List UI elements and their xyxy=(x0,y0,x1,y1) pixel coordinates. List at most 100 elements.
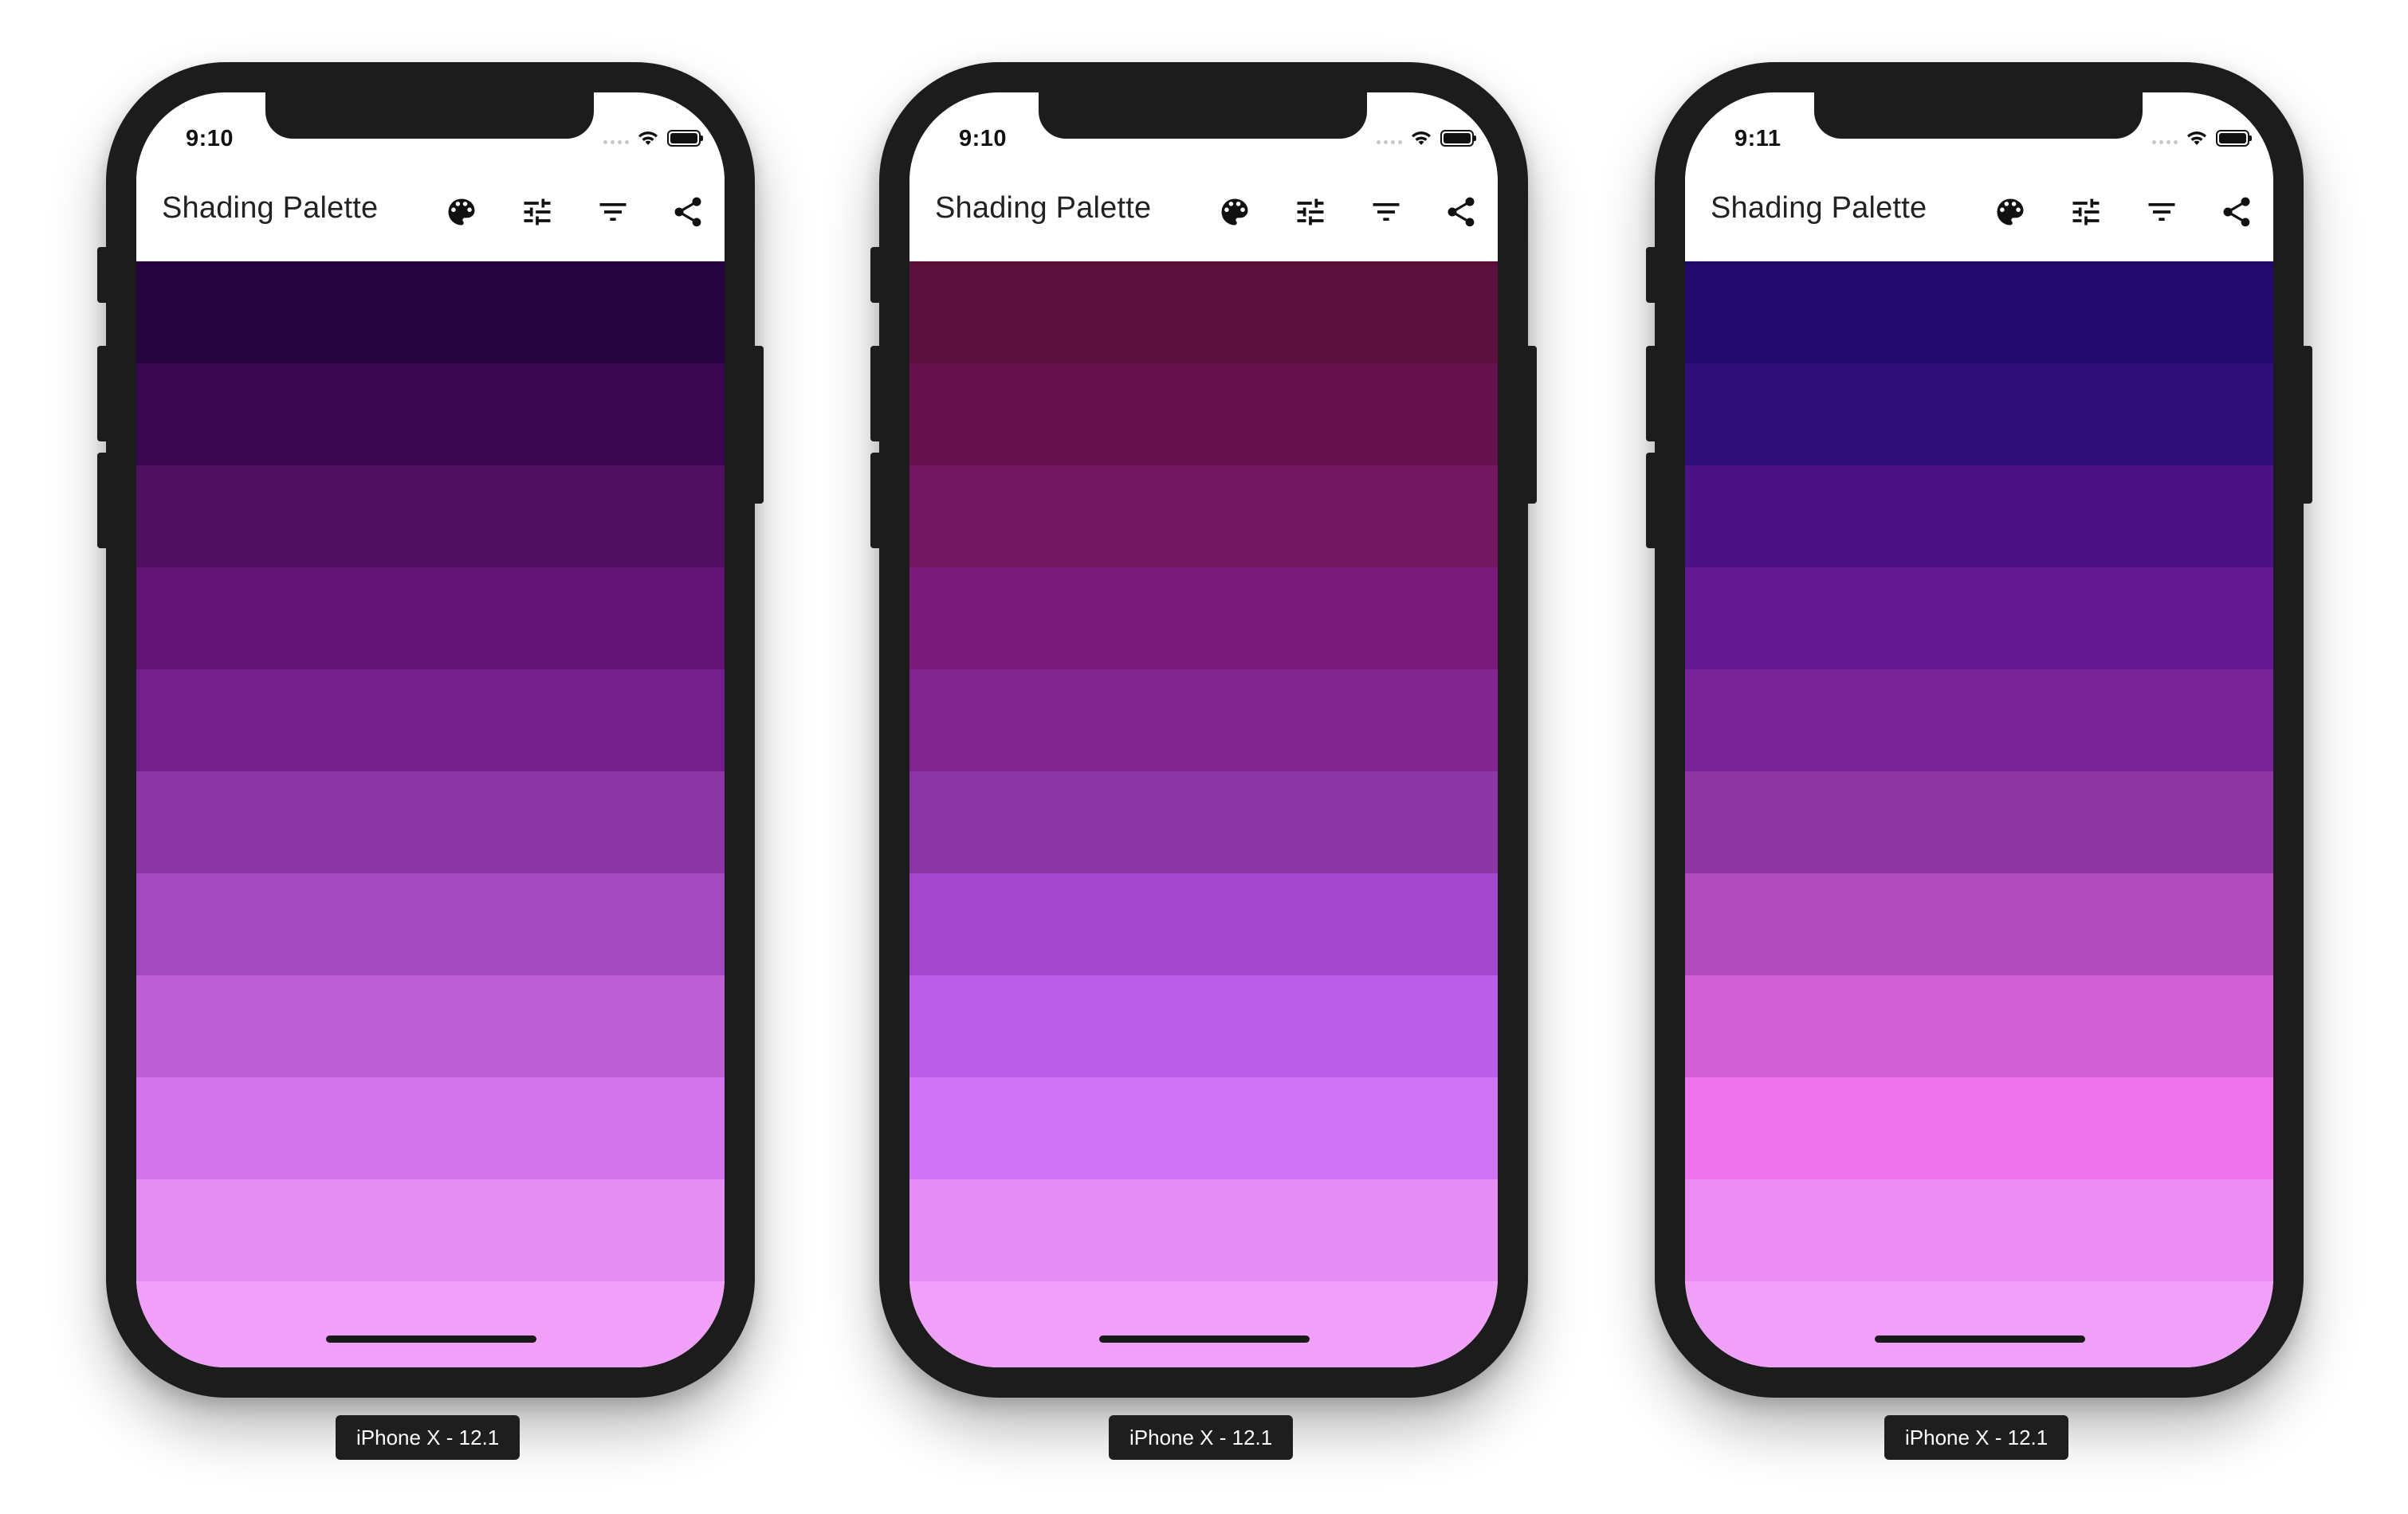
color-swatch-10[interactable] xyxy=(909,1179,1498,1281)
color-swatch-2[interactable] xyxy=(1685,363,2273,465)
adjust-button[interactable] xyxy=(518,193,556,231)
wifi-icon xyxy=(1412,131,1431,145)
app-title: Shading Palette xyxy=(1711,191,1927,225)
color-swatch-7[interactable] xyxy=(136,873,725,975)
color-swatch-7[interactable] xyxy=(1685,873,2273,975)
color-swatch-6[interactable] xyxy=(909,771,1498,873)
battery-icon xyxy=(667,129,703,147)
device-frame-2: 9:10 Shading Palette iPhone X - 12.1 xyxy=(870,62,1537,1465)
color-swatch-6[interactable] xyxy=(1685,771,2273,873)
color-swatch-10[interactable] xyxy=(136,1179,725,1281)
color-swatch-8[interactable] xyxy=(136,975,725,1077)
silent-switch xyxy=(97,247,108,303)
cellular-signal-icon xyxy=(603,139,629,144)
filter-button[interactable] xyxy=(594,193,632,231)
share-icon xyxy=(2223,197,2250,227)
notch xyxy=(1039,92,1367,139)
notch xyxy=(1814,92,2143,139)
status-time: 9:10 xyxy=(186,126,234,151)
palette-button[interactable] xyxy=(1216,193,1254,231)
cellular-signal-icon xyxy=(2152,139,2178,144)
device-frame-3: 9:11 Shading Palette iPhone X - 12.1 xyxy=(1646,62,2312,1465)
color-swatch-9[interactable] xyxy=(1685,1077,2273,1179)
screen: 9:10 Shading Palette xyxy=(136,92,725,1367)
tune-icon xyxy=(1297,198,1324,226)
color-swatch-7[interactable] xyxy=(909,873,1498,975)
color-swatch-8[interactable] xyxy=(909,975,1498,1077)
color-swatch-5[interactable] xyxy=(1685,669,2273,771)
device-label: iPhone X - 12.1 xyxy=(1109,1415,1294,1460)
color-swatch-5[interactable] xyxy=(136,669,725,771)
color-swatch-9[interactable] xyxy=(909,1077,1498,1179)
iphone-body: 9:11 Shading Palette xyxy=(1646,62,2312,1398)
color-swatch-1[interactable] xyxy=(136,261,725,363)
app-bar: Shading Palette xyxy=(909,163,1498,261)
volume-down-button xyxy=(97,453,108,548)
palette-button[interactable] xyxy=(1991,193,2029,231)
silent-switch xyxy=(1646,247,1657,303)
share-icon xyxy=(674,197,701,227)
simulator-canvas: 9:10 Shading Palette iPhone X - 12.1 9:1… xyxy=(0,0,2408,1514)
color-swatch-6[interactable] xyxy=(136,771,725,873)
color-swatch-3[interactable] xyxy=(1685,465,2273,567)
status-icons xyxy=(1377,126,1476,150)
color-swatch-2[interactable] xyxy=(136,363,725,465)
filter-list-icon xyxy=(2148,203,2175,221)
device-label: iPhone X - 12.1 xyxy=(336,1415,520,1460)
color-swatch-11[interactable] xyxy=(909,1281,1498,1367)
status-time: 9:10 xyxy=(959,126,1008,151)
palette-icon xyxy=(1221,198,1248,226)
palette-icon xyxy=(1997,198,2024,226)
power-button xyxy=(1526,346,1537,504)
filter-button[interactable] xyxy=(1367,193,1405,231)
share-button[interactable] xyxy=(669,193,707,231)
home-indicator[interactable] xyxy=(1099,1336,1310,1343)
color-swatch-8[interactable] xyxy=(1685,975,2273,1077)
iphone-body: 9:10 Shading Palette xyxy=(870,62,1537,1398)
app-bar: Shading Palette xyxy=(1685,163,2273,261)
home-indicator[interactable] xyxy=(1875,1336,2085,1343)
power-button xyxy=(752,346,764,504)
app-bar: Shading Palette xyxy=(136,163,725,261)
home-indicator[interactable] xyxy=(326,1336,536,1343)
color-swatch-11[interactable] xyxy=(1685,1281,2273,1367)
power-button xyxy=(2301,346,2312,504)
battery-icon xyxy=(2216,129,2252,147)
adjust-button[interactable] xyxy=(1291,193,1330,231)
volume-down-button xyxy=(1646,453,1657,548)
silent-switch xyxy=(870,247,882,303)
wifi-icon xyxy=(638,131,658,145)
tune-icon xyxy=(2072,198,2100,226)
share-button[interactable] xyxy=(2217,193,2256,231)
color-swatch-4[interactable] xyxy=(1685,567,2273,669)
shade-list xyxy=(1685,261,2273,1367)
filter-list-icon xyxy=(599,203,627,221)
adjust-button[interactable] xyxy=(2067,193,2105,231)
color-swatch-3[interactable] xyxy=(909,465,1498,567)
shade-list xyxy=(909,261,1498,1367)
color-swatch-5[interactable] xyxy=(909,669,1498,771)
tune-icon xyxy=(524,198,551,226)
share-button[interactable] xyxy=(1442,193,1480,231)
status-icons xyxy=(2152,126,2252,150)
color-swatch-4[interactable] xyxy=(909,567,1498,669)
color-swatch-4[interactable] xyxy=(136,567,725,669)
screen: 9:10 Shading Palette xyxy=(909,92,1498,1367)
color-swatch-1[interactable] xyxy=(909,261,1498,363)
volume-down-button xyxy=(870,453,882,548)
color-swatch-11[interactable] xyxy=(136,1281,725,1367)
palette-button[interactable] xyxy=(442,193,481,231)
cellular-signal-icon xyxy=(1377,139,1402,144)
color-swatch-9[interactable] xyxy=(136,1077,725,1179)
volume-up-button xyxy=(97,346,108,441)
status-icons xyxy=(603,126,703,150)
iphone-body: 9:10 Shading Palette xyxy=(97,62,764,1398)
color-swatch-3[interactable] xyxy=(136,465,725,567)
color-swatch-10[interactable] xyxy=(1685,1179,2273,1281)
color-swatch-2[interactable] xyxy=(909,363,1498,465)
notch xyxy=(265,92,594,139)
shade-list xyxy=(136,261,725,1367)
filter-button[interactable] xyxy=(2143,193,2181,231)
status-time: 9:11 xyxy=(1734,126,1781,151)
color-swatch-1[interactable] xyxy=(1685,261,2273,363)
